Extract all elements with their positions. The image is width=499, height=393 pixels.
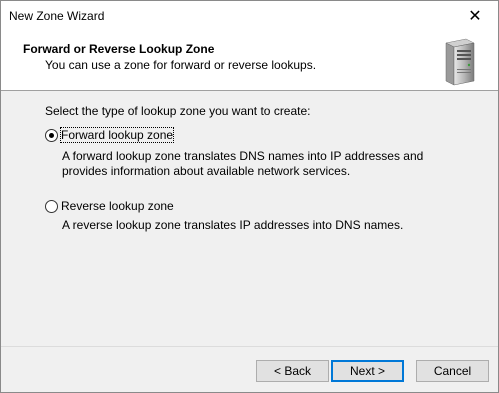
reverse-zone-label[interactable]: Reverse lookup zone <box>61 199 174 213</box>
forward-zone-radio[interactable] <box>45 128 58 142</box>
back-button[interactable]: < Back <box>256 360 329 382</box>
page-subtitle: You can use a zone for forward or revers… <box>45 58 317 72</box>
next-button[interactable]: Next > <box>331 360 404 382</box>
server-icon <box>445 38 475 86</box>
reverse-zone-option[interactable]: Reverse lookup zone <box>45 199 174 213</box>
wizard-window: New Zone Wizard ✕ Forward or Reverse Loo… <box>0 0 499 393</box>
window-title: New Zone Wizard <box>9 9 105 23</box>
forward-zone-option[interactable]: Forward lookup zone <box>45 127 175 143</box>
reverse-zone-radio[interactable] <box>45 199 58 213</box>
title-bar: New Zone Wizard ✕ <box>1 1 498 31</box>
wizard-header: Forward or Reverse Lookup Zone You can u… <box>1 31 498 91</box>
reverse-zone-description: A reverse lookup zone translates IP addr… <box>62 218 404 232</box>
cancel-button[interactable]: Cancel <box>416 360 489 382</box>
close-icon: ✕ <box>468 8 482 25</box>
forward-zone-label[interactable]: Forward lookup zone <box>59 127 175 143</box>
wizard-content: Select the type of lookup zone you want … <box>1 92 498 346</box>
forward-zone-description: A forward lookup zone translates DNS nam… <box>62 149 424 178</box>
footer-divider <box>1 346 498 347</box>
page-title: Forward or Reverse Lookup Zone <box>23 42 215 56</box>
zone-type-prompt: Select the type of lookup zone you want … <box>45 104 311 118</box>
close-button[interactable]: ✕ <box>452 1 498 31</box>
